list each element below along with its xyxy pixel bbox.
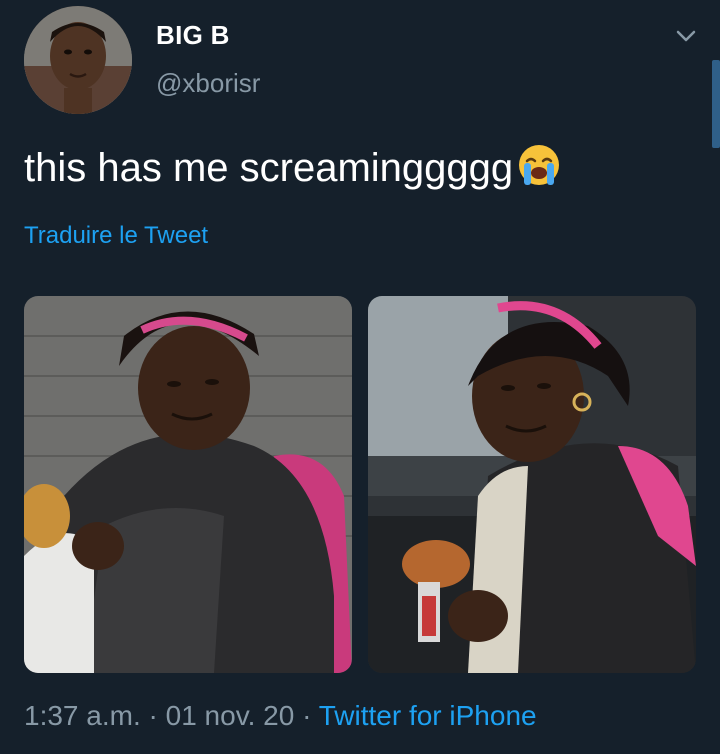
meta-separator: ·: [140, 700, 166, 731]
tweet-metadata: 1:37 a.m. · 01 nov. 20 · Twitter for iPh…: [24, 700, 537, 732]
loudly-crying-face-icon: [519, 145, 560, 185]
meta-separator: ·: [294, 700, 319, 731]
chevron-down-icon[interactable]: [672, 22, 700, 50]
tweet-view: BIG B @xborisr this has me screaminggggg…: [0, 0, 720, 754]
tweet-text: this has me screaminggggg: [24, 138, 563, 198]
tweet-text-body: this has me screaminggggg: [24, 146, 514, 190]
tweet-photo-right[interactable]: [368, 296, 696, 673]
user-handle[interactable]: @xborisr: [156, 68, 260, 99]
avatar[interactable]: [24, 6, 132, 114]
tweet-time: 1:37 a.m.: [24, 700, 141, 731]
scrollbar[interactable]: [712, 60, 720, 148]
display-name[interactable]: BIG B: [156, 20, 230, 51]
tweet-date: 01 nov. 20: [165, 700, 295, 731]
translate-tweet-link[interactable]: Traduire le Tweet: [24, 222, 208, 250]
tweet-photo-left[interactable]: [24, 296, 352, 673]
tweet-source-link[interactable]: Twitter for iPhone: [319, 700, 537, 731]
